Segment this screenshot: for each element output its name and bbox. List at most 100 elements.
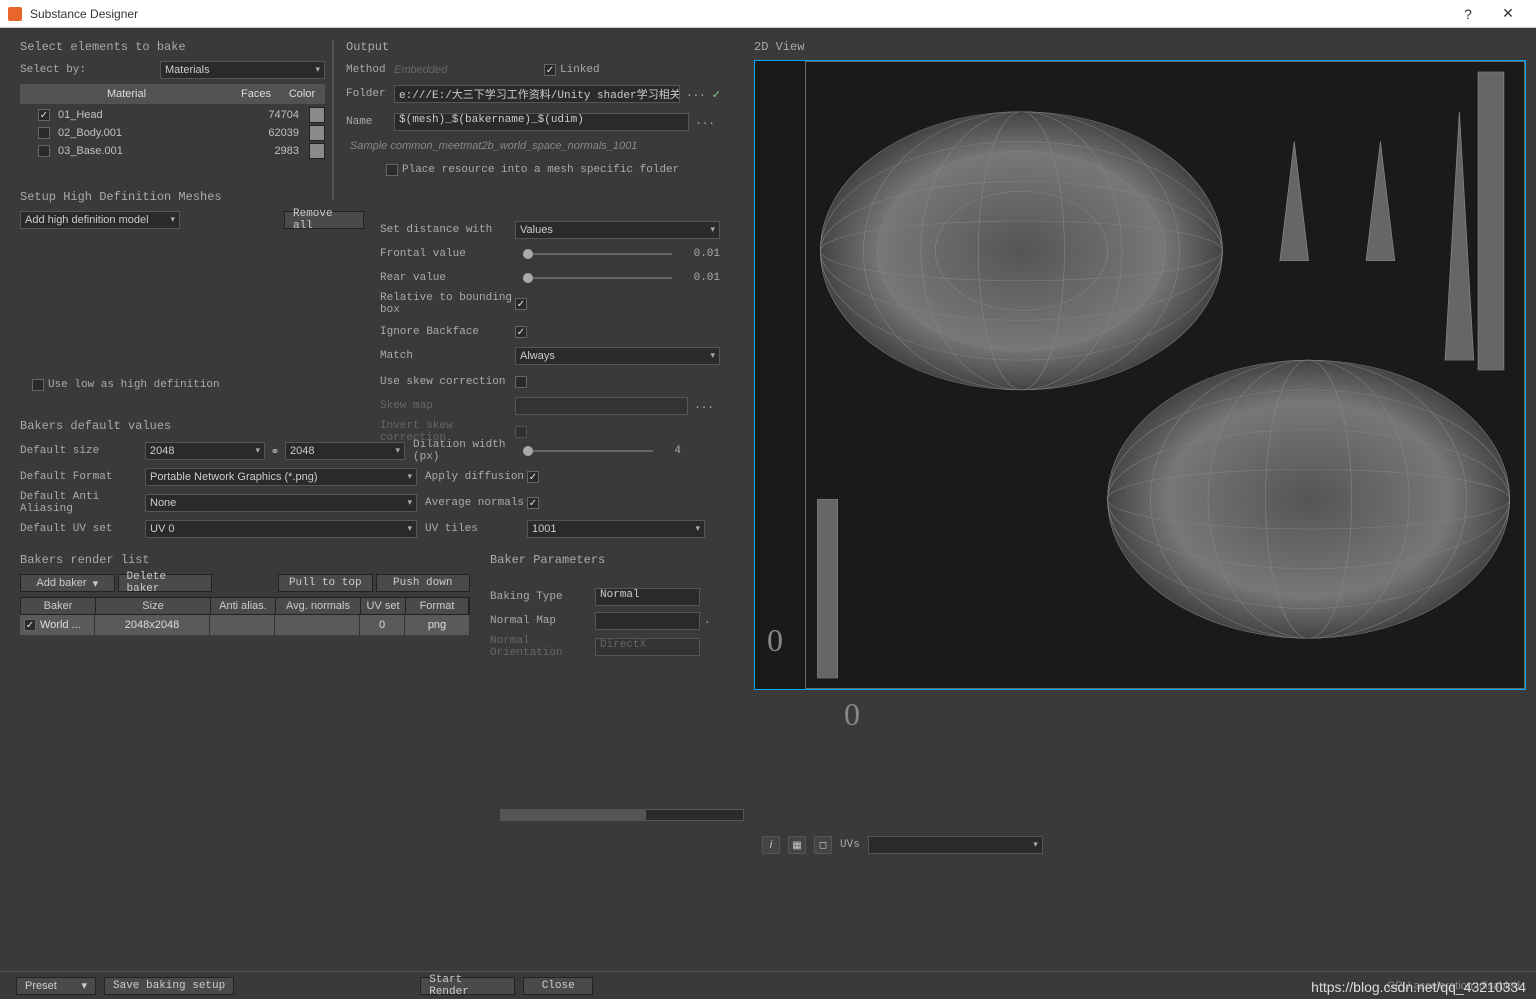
material-color-swatch[interactable]: [309, 125, 325, 141]
skew-map-label: Skew map: [380, 400, 515, 412]
start-render-button[interactable]: Start Render: [420, 977, 515, 995]
rear-label: Rear value: [380, 272, 515, 284]
close-button[interactable]: Close: [523, 977, 593, 995]
material-faces: 74704: [249, 109, 299, 121]
use-low-as-high-checkbox[interactable]: [32, 379, 44, 391]
pull-to-top-button[interactable]: Pull to top: [278, 574, 373, 592]
baker-params-title: Baker Parameters: [490, 553, 734, 567]
save-baking-button[interactable]: Save baking setup: [104, 977, 234, 995]
set-distance-dropdown[interactable]: Values: [515, 221, 720, 239]
name-more-button[interactable]: ...: [689, 116, 721, 128]
relative-checkbox[interactable]: [515, 298, 527, 310]
match-dropdown[interactable]: Always: [515, 347, 720, 365]
sample-text: Sample common_meetmat2b_world_space_norm…: [346, 140, 637, 152]
frontal-label: Frontal value: [380, 248, 515, 260]
frontal-slider[interactable]: [523, 253, 672, 255]
relative-label: Relative to bounding box: [380, 292, 515, 316]
baker-row-checkbox[interactable]: [24, 619, 36, 631]
info-icon[interactable]: i: [762, 836, 780, 854]
material-faces: 62039: [249, 127, 299, 139]
uvs-label: UVs: [840, 839, 860, 851]
folder-label: Folder: [346, 88, 394, 100]
ignore-backface-checkbox[interactable]: [515, 326, 527, 338]
material-row[interactable]: 02_Body.001 62039: [20, 124, 325, 142]
default-size-label: Default size: [20, 445, 145, 457]
add-hd-model-button[interactable]: Add high definition model: [20, 211, 180, 229]
render-list-title: Bakers render list: [20, 553, 470, 567]
apply-diffusion-checkbox[interactable]: [527, 471, 539, 483]
method-label: Method: [346, 64, 394, 76]
default-uvset-label: Default UV set: [20, 523, 145, 535]
material-color-swatch[interactable]: [309, 107, 325, 123]
rear-value: 0.01: [680, 272, 720, 284]
select-by-dropdown[interactable]: Materials: [160, 61, 325, 79]
size-w-dropdown[interactable]: 2048: [145, 442, 265, 460]
material-color-swatch[interactable]: [309, 143, 325, 159]
select-elements-title: Select elements to bake: [20, 40, 325, 54]
material-list: 01_Head 74704 02_Body.001 62039 03_Base.…: [20, 106, 325, 160]
output-title: Output: [346, 40, 721, 54]
material-row[interactable]: 03_Base.001 2983: [20, 142, 325, 160]
close-window-button[interactable]: ✕: [1488, 5, 1528, 22]
dilation-slider[interactable]: [523, 450, 653, 452]
folder-input[interactable]: e:///E:/大三下学习工作资料/Unity shader学习相关/SD: [394, 85, 680, 103]
normal-orient-label: Normal Orientation: [490, 635, 595, 659]
hd-meshes-title: Setup High Definition Meshes: [20, 190, 734, 204]
bounds-icon[interactable]: ◻: [814, 836, 832, 854]
push-down-button[interactable]: Push down: [376, 574, 471, 592]
normal-orient-input: DirectX: [595, 638, 700, 656]
footer: Preset▾ Save baking setup Start Render C…: [0, 971, 1536, 999]
2d-view-title: 2D View: [754, 40, 1526, 54]
baking-type-input[interactable]: Normal: [595, 588, 700, 606]
render-table-row[interactable]: World ... 2048x2048 0 png: [20, 615, 470, 635]
material-name: 01_Head: [54, 109, 249, 121]
format-dropdown[interactable]: Portable Network Graphics (*.png): [145, 468, 417, 486]
help-button[interactable]: ?: [1448, 6, 1488, 22]
invert-skew-label: Invert skew correction: [380, 420, 515, 444]
material-checkbox[interactable]: [38, 145, 50, 157]
linked-label: Linked: [560, 64, 600, 76]
material-row[interactable]: 01_Head 74704: [20, 106, 325, 124]
faces-tab[interactable]: Faces: [233, 84, 279, 104]
link-icon[interactable]: ⚭: [265, 445, 285, 458]
folder-ok-icon: ✓: [712, 88, 721, 101]
params-scrollbar[interactable]: [500, 809, 744, 821]
aa-dropdown[interactable]: None: [145, 494, 417, 512]
remove-all-button[interactable]: Remove all: [284, 211, 364, 229]
uv-tiles-dropdown[interactable]: 1001: [527, 520, 705, 538]
axis-y-label: 0: [767, 622, 783, 659]
uvs-dropdown[interactable]: [868, 836, 1043, 854]
set-distance-label: Set distance with: [380, 224, 515, 236]
uvset-dropdown[interactable]: UV 0: [145, 520, 417, 538]
baking-type-label: Baking Type: [490, 591, 595, 603]
linked-checkbox[interactable]: [544, 64, 556, 76]
material-checkbox[interactable]: [38, 109, 50, 121]
delete-baker-button[interactable]: Delete baker: [118, 574, 213, 592]
divider: [332, 40, 334, 200]
2d-viewer[interactable]: 0: [754, 60, 1526, 690]
use-skew-checkbox[interactable]: [515, 376, 527, 388]
app-logo-icon: [8, 7, 22, 21]
color-tab[interactable]: Color: [279, 84, 325, 104]
folder-browse-button[interactable]: ...: [680, 88, 712, 100]
use-skew-label: Use skew correction: [380, 376, 515, 388]
uv-tiles-label: UV tiles: [417, 523, 527, 535]
match-label: Match: [380, 350, 515, 362]
preset-button[interactable]: Preset▾: [16, 977, 96, 995]
place-resource-checkbox[interactable]: [386, 164, 398, 176]
add-baker-button[interactable]: Add baker▾: [20, 574, 115, 592]
grid-icon[interactable]: ▦: [788, 836, 806, 854]
name-input[interactable]: $(mesh)_$(bakername)_$(udim): [394, 113, 689, 131]
invert-skew-checkbox: [515, 426, 527, 438]
apply-diffusion-label: Apply diffusion: [417, 471, 527, 483]
ignore-backface-label: Ignore Backface: [380, 326, 515, 338]
frontal-value: 0.01: [680, 248, 720, 260]
normal-map-input[interactable]: [595, 612, 700, 630]
rear-slider[interactable]: [523, 277, 672, 279]
material-tab[interactable]: Material: [20, 84, 233, 104]
avg-normals-checkbox[interactable]: [527, 497, 539, 509]
default-format-label: Default Format: [20, 471, 145, 483]
default-aa-label: Default Anti Aliasing: [20, 491, 145, 515]
avg-normals-label: Average normals: [417, 497, 527, 509]
material-checkbox[interactable]: [38, 127, 50, 139]
